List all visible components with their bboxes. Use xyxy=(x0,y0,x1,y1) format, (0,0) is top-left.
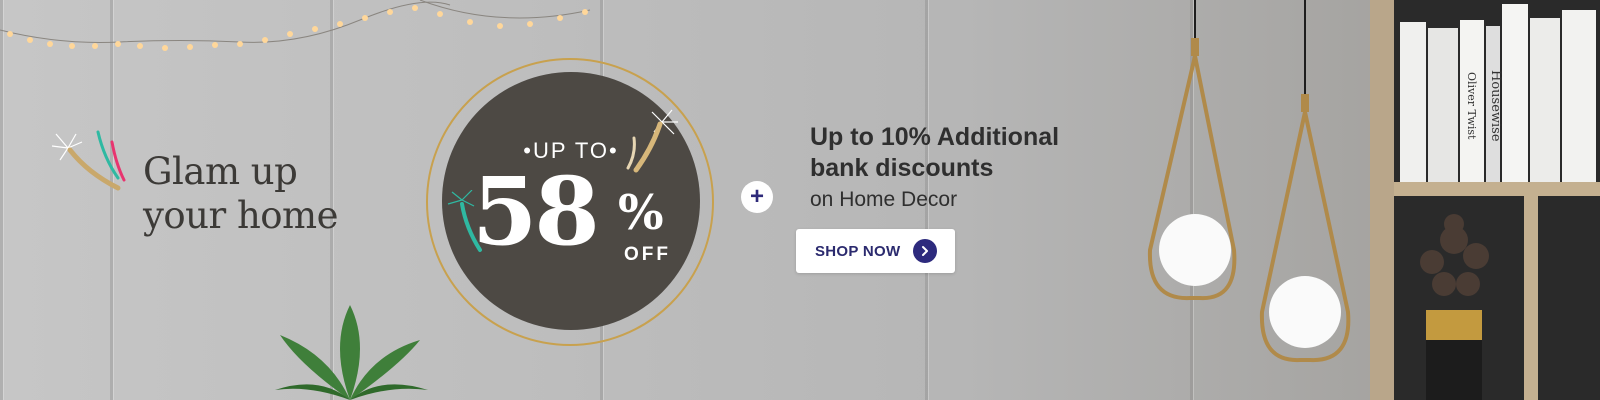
offer-suffix: OFF xyxy=(624,244,671,265)
plant-decoration xyxy=(275,305,428,400)
bank-offer-line-1: Up to 10% Additional xyxy=(810,123,1060,151)
headline-block: Glam up your home xyxy=(48,128,378,258)
plus-icon: + xyxy=(741,181,773,213)
bookshelf: Oliver Twist Housewise xyxy=(1370,0,1600,400)
string-lights xyxy=(0,0,591,51)
offer-percent: 58 xyxy=(472,157,600,267)
book-spine-oliver-twist: Oliver Twist xyxy=(1465,72,1478,140)
shop-now-button[interactable]: SHOP NOW xyxy=(796,229,955,273)
book-spine-housewise: Housewise xyxy=(1488,70,1503,142)
sparkle-icon xyxy=(51,130,126,191)
headline-text: Glam up your home xyxy=(143,150,339,238)
bank-offer-title: Up to 10% Additional bank discounts xyxy=(810,122,1110,184)
pendant-lamps xyxy=(1147,0,1351,363)
shop-now-label: SHOP NOW xyxy=(815,242,901,260)
bank-offer-line-2: bank discounts xyxy=(810,154,994,182)
offer-percent-sign: % xyxy=(618,185,664,241)
promo-banner[interactable]: Glam up your home •UP TO• 58 % OFF + Up … xyxy=(0,0,1600,400)
chevron-right-icon xyxy=(913,239,938,263)
headline-line-2: your home xyxy=(143,194,339,237)
headline-line-1: Glam up xyxy=(143,150,298,193)
bank-offer-subtitle: on Home Decor xyxy=(810,188,958,211)
